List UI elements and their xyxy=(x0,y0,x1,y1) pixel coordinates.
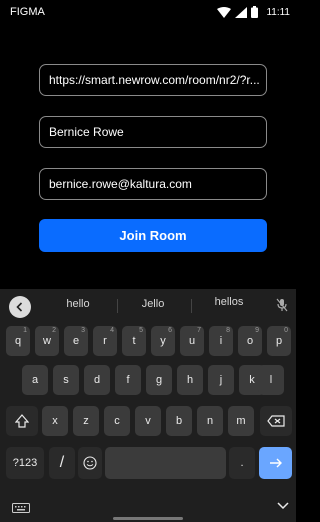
key-s[interactable]: s xyxy=(53,365,79,395)
key-hint: 1 xyxy=(23,327,27,334)
signal-icon xyxy=(235,6,248,18)
key-b[interactable]: b xyxy=(166,406,192,436)
key-hint: 0 xyxy=(284,327,288,334)
key-label: i xyxy=(219,335,223,347)
key-f[interactable]: f xyxy=(115,365,141,395)
key-hint: 7 xyxy=(197,327,201,334)
home-indicator[interactable] xyxy=(113,517,183,520)
status-time: 11:11 xyxy=(266,6,290,18)
keyboard-back-button[interactable] xyxy=(9,296,31,318)
key-label: u xyxy=(188,335,196,347)
key-row-2: a s d f g h j k l xyxy=(0,365,296,395)
email-field[interactable]: bernice.rowe@kaltura.com xyxy=(39,168,267,200)
key-row-1: q1 w2 e3 r4 t5 y6 u7 i8 o9 p0 xyxy=(0,326,296,356)
shift-key[interactable] xyxy=(6,406,38,436)
room-url-field[interactable]: https://smart.newrow.com/room/nr2/?r... xyxy=(39,64,267,96)
period-key[interactable]: . xyxy=(229,447,255,479)
key-h[interactable]: h xyxy=(177,365,203,395)
arrow-right-icon xyxy=(269,458,282,468)
key-hint: 9 xyxy=(255,327,259,334)
backspace-key[interactable] xyxy=(260,406,292,436)
join-room-button[interactable]: Join Room xyxy=(39,219,267,252)
key-hint: 3 xyxy=(81,327,85,334)
key-e[interactable]: e3 xyxy=(64,326,88,356)
key-a[interactable]: a xyxy=(22,365,48,395)
navigation-bar xyxy=(0,497,296,522)
mic-off-icon[interactable] xyxy=(276,298,288,312)
key-label: r xyxy=(103,335,107,347)
key-label: w xyxy=(43,335,51,347)
symbols-key[interactable]: ?123 xyxy=(6,447,44,479)
emoji-key[interactable] xyxy=(78,447,102,479)
key-g[interactable]: g xyxy=(146,365,172,395)
enter-key[interactable] xyxy=(259,447,292,479)
key-hint: 8 xyxy=(226,327,230,334)
key-v[interactable]: v xyxy=(135,406,161,436)
key-u[interactable]: u7 xyxy=(180,326,204,356)
key-y[interactable]: y6 xyxy=(151,326,175,356)
key-label: t xyxy=(132,335,136,347)
emoji-icon xyxy=(83,456,97,470)
key-row-3: x z c v b n m xyxy=(0,406,296,436)
key-q[interactable]: q1 xyxy=(6,326,30,356)
key-l[interactable]: l xyxy=(258,365,284,395)
key-j[interactable]: j xyxy=(208,365,234,395)
key-label: e xyxy=(72,335,80,347)
key-w[interactable]: w2 xyxy=(35,326,59,356)
key-t[interactable]: t5 xyxy=(122,326,146,356)
chevron-left-icon xyxy=(16,302,23,312)
key-m[interactable]: m xyxy=(228,406,254,436)
suggestion-1[interactable]: hello xyxy=(58,298,98,310)
key-label: o xyxy=(246,335,254,347)
key-z[interactable]: z xyxy=(73,406,99,436)
key-o[interactable]: o9 xyxy=(238,326,262,356)
battery-icon xyxy=(251,6,259,18)
slash-key[interactable]: / xyxy=(49,447,75,479)
key-label: q xyxy=(14,335,22,347)
key-p[interactable]: p0 xyxy=(267,326,291,356)
key-row-4: ?123 / . xyxy=(0,447,296,479)
key-i[interactable]: i8 xyxy=(209,326,233,356)
key-r[interactable]: r4 xyxy=(93,326,117,356)
key-hint: 5 xyxy=(139,327,143,334)
status-icons: 11:11 xyxy=(217,6,290,18)
app-name: FIGMA xyxy=(10,6,45,18)
key-c[interactable]: c xyxy=(104,406,130,436)
suggestion-divider xyxy=(117,299,118,313)
keyboard: hello Jello hellos q1 w2 e3 r4 t5 y6 u7 … xyxy=(0,289,296,522)
name-field[interactable]: Bernice Rowe xyxy=(39,116,267,148)
suggestion-3[interactable]: hellos xyxy=(207,296,251,308)
keyboard-switch-icon[interactable] xyxy=(12,503,30,513)
suggestion-2[interactable]: Jello xyxy=(133,298,173,310)
key-hint: 2 xyxy=(52,327,56,334)
space-key[interactable] xyxy=(105,447,226,479)
suggestion-bar: hello Jello hellos xyxy=(0,289,296,321)
key-hint: 6 xyxy=(168,327,172,334)
shift-icon xyxy=(15,414,29,428)
key-n[interactable]: n xyxy=(197,406,223,436)
backspace-icon xyxy=(267,415,285,427)
key-label: p xyxy=(275,335,283,347)
key-label: y xyxy=(160,335,166,347)
status-bar: FIGMA 11:11 xyxy=(0,0,296,24)
chevron-down-icon[interactable] xyxy=(277,502,289,510)
key-hint: 4 xyxy=(110,327,114,334)
key-x[interactable]: x xyxy=(42,406,68,436)
key-d[interactable]: d xyxy=(84,365,110,395)
wifi-icon xyxy=(217,6,232,18)
suggestion-divider xyxy=(191,299,192,313)
